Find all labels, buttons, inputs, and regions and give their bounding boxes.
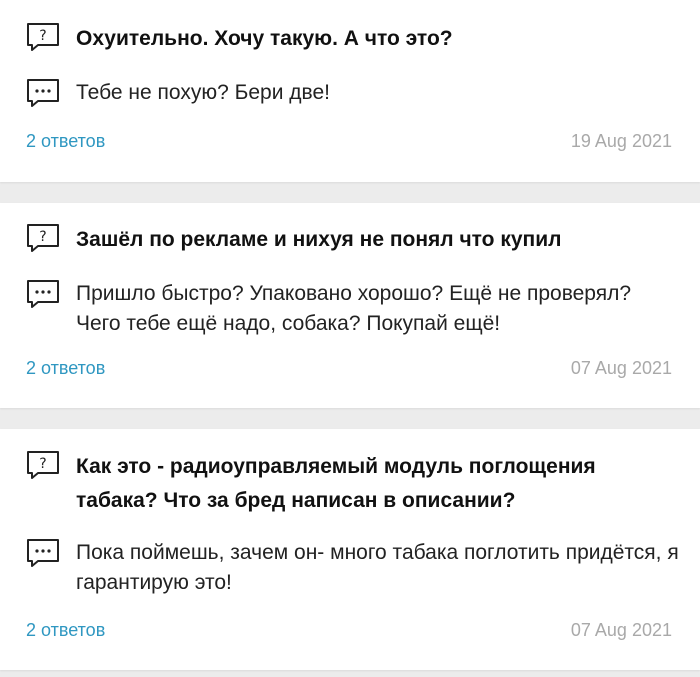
answer-text: Пришло быстро? Упаковано хорошо? Ещё не … xyxy=(76,282,632,335)
question-text: Зашёл по рекламе и нихуя не понял что ку… xyxy=(76,228,562,251)
svg-text:?: ? xyxy=(39,456,46,472)
question-bubble-icon: ? xyxy=(26,450,60,480)
qa-card: ? Зашёл по рекламе и нихуя не понял что … xyxy=(0,203,700,408)
answer-text: Тебе не похую? Бери две! xyxy=(76,81,330,104)
ellipsis-bubble-icon xyxy=(26,78,60,108)
answer-row: Пришло быстро? Упаковано хорошо? Ещё не … xyxy=(26,279,680,339)
question-row: ? Как это - радиоуправляемый модуль погл… xyxy=(26,450,680,518)
svg-text:?: ? xyxy=(39,28,46,44)
qa-card: ? Охуительно. Хочу такую. А что это? Теб… xyxy=(0,0,700,182)
qa-card: ? Как это - радиоуправляемый модуль погл… xyxy=(0,429,700,670)
question-date: 19 Aug 2021 xyxy=(570,131,672,151)
ellipsis-bubble-icon xyxy=(26,538,60,568)
question-bubble-icon: ? xyxy=(26,223,60,253)
question-text: Как это - радиоуправляемый модуль поглощ… xyxy=(76,455,596,512)
answer-text: Пока поймешь, зачем он- много табака пог… xyxy=(76,541,679,594)
qa-feed: ? Охуительно. Хочу такую. А что это? Теб… xyxy=(0,0,700,677)
answer-row: Пока поймешь, зачем он- много табака пог… xyxy=(26,538,680,598)
answers-link[interactable]: 2 ответов xyxy=(26,131,105,152)
answers-link[interactable]: 2 ответов xyxy=(26,620,105,641)
question-row: ? Охуительно. Хочу такую. А что это? xyxy=(26,22,680,56)
question-date: 07 Aug 2021 xyxy=(570,358,672,378)
question-row: ? Зашёл по рекламе и нихуя не понял что … xyxy=(26,223,680,257)
answers-link[interactable]: 2 ответов xyxy=(26,358,105,379)
question-date: 07 Aug 2021 xyxy=(570,620,672,640)
card-footer: 2 ответов 07 Aug 2021 xyxy=(26,620,672,641)
question-bubble-icon: ? xyxy=(26,22,60,52)
question-text: Охуительно. Хочу такую. А что это? xyxy=(76,27,453,50)
card-footer: 2 ответов 19 Aug 2021 xyxy=(26,131,672,152)
svg-text:?: ? xyxy=(39,229,46,245)
card-footer: 2 ответов 07 Aug 2021 xyxy=(26,358,672,379)
ellipsis-bubble-icon xyxy=(26,279,60,309)
answer-row: Тебе не похую? Бери две! xyxy=(26,78,680,108)
